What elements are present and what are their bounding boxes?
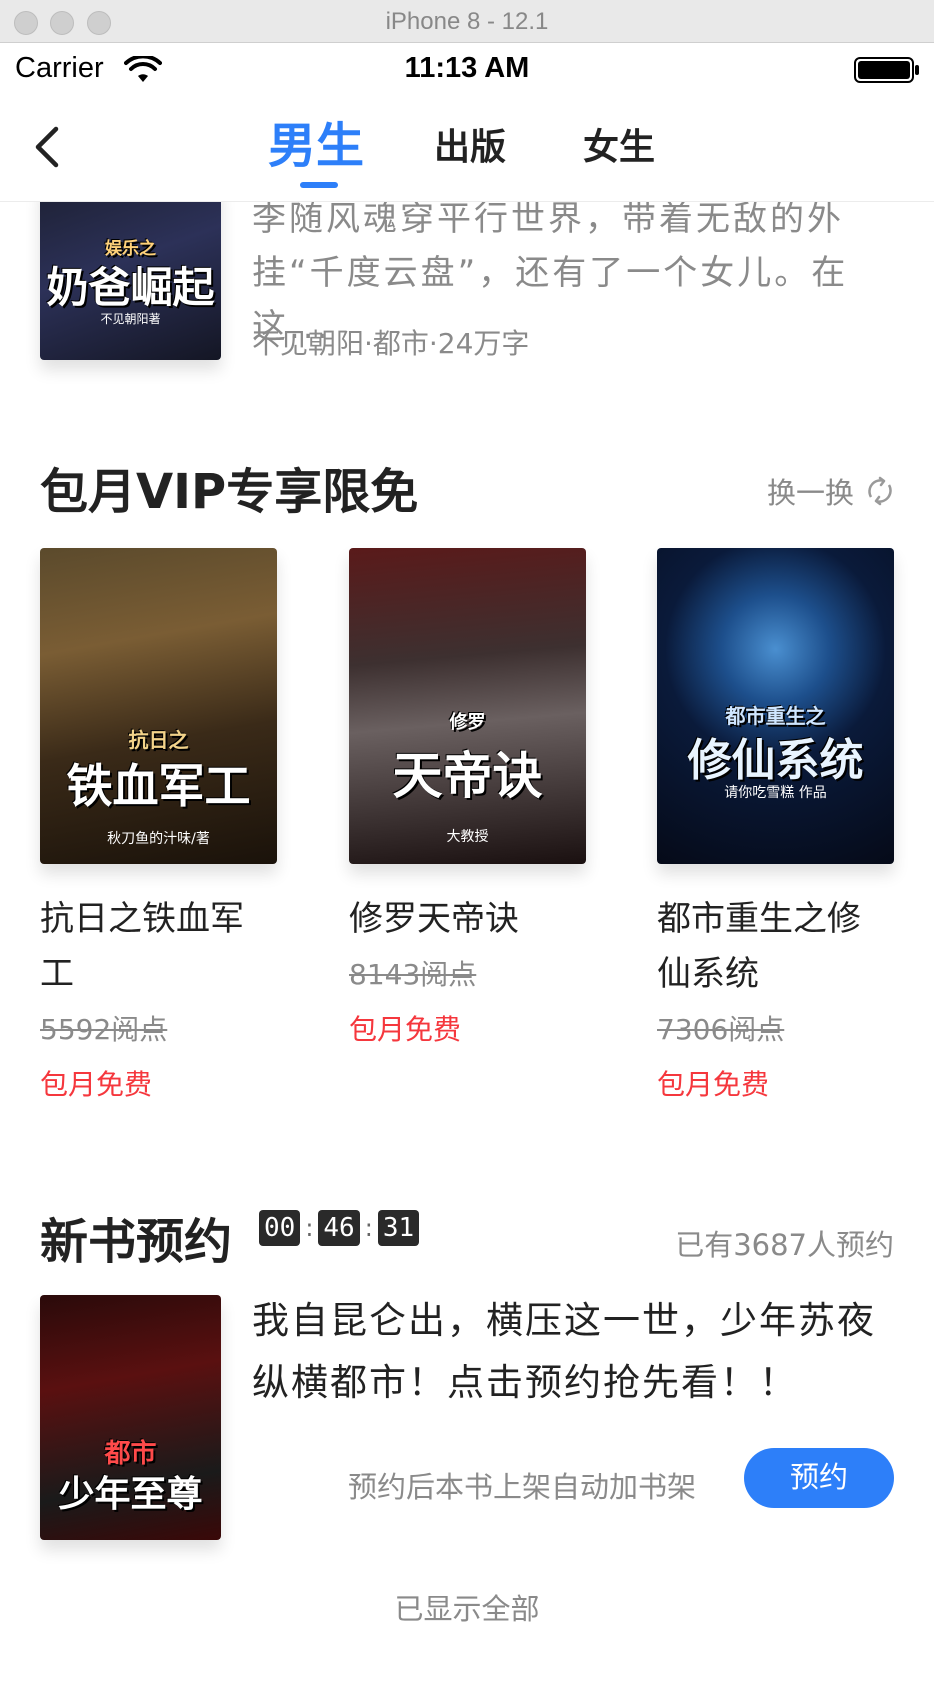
back-chevron-icon[interactable] [24, 121, 74, 171]
tab-female[interactable]: 女生 [583, 118, 655, 170]
simulator-titlebar: iPhone 8 - 12.1 [0, 0, 934, 43]
tab-male[interactable]: 男生 [268, 106, 364, 176]
vip-section-title: 包月VIP专享限免 [40, 464, 419, 520]
timer-minutes: 46 [318, 1210, 360, 1246]
refresh-button[interactable]: 换一换 [767, 470, 896, 512]
vip-book-1-cover-subtitle: 抗日之 [128, 728, 189, 752]
vip-book-2-cover-author: 大教授 [446, 829, 489, 845]
timer-seconds: 31 [377, 1210, 420, 1246]
new-book-description[interactable]: 我自昆仑出，横压这一世，少年苏夜纵横都市！点击预约抢先看！！ [252, 1290, 900, 1414]
vip-book-3-old-price: 7306阅点 [657, 1013, 785, 1046]
new-book-section-title: 新书预约 [40, 1214, 233, 1270]
nav-bar: 男生 出版 女生 [0, 96, 934, 202]
timer-separator: : [364, 1214, 373, 1242]
vip-book-1-free-label: 包月免费 [40, 1068, 153, 1101]
top-book-cover-author: 不见朝阳著 [100, 312, 161, 326]
vip-book-3-cover[interactable]: 都市重生之 修仙系统 请你吃雪糕 作品 [657, 548, 894, 864]
refresh-label: 换一换 [766, 476, 854, 510]
reserve-button[interactable]: 预约 [744, 1448, 894, 1508]
vip-book-2-cover-subtitle: 修罗 [449, 712, 486, 733]
status-bar: Carrier 11:13 AM [0, 44, 934, 96]
top-book-cover[interactable]: 娱乐之 奶爸崛起 不见朝阳著 [40, 202, 221, 360]
vip-book-2-free-label: 包月免费 [349, 1013, 462, 1046]
reserve-count: 已有3687人预约 [675, 1228, 894, 1262]
timer-hours: 00 [259, 1210, 301, 1246]
new-book-cover-title: 少年至尊 [58, 1474, 203, 1515]
vip-book-3[interactable]: 都市重生之 修仙系统 请你吃雪糕 作品 都市重生之修仙系统 7306阅点 包月免… [657, 548, 894, 1112]
vip-book-2-cover[interactable]: 修罗 天帝诀 大教授 [349, 548, 586, 864]
refresh-icon [868, 476, 892, 506]
vip-book-1-cover-title: 铁血军工 [66, 759, 251, 813]
end-of-list-note: 已显示全部 [394, 1592, 540, 1626]
countdown-timer: 00 : 46 : 31 [259, 1210, 420, 1246]
top-book-meta: 不见朝阳·都市·24万字 [252, 327, 530, 360]
vip-book-3-name[interactable]: 都市重生之修仙系统 [657, 892, 894, 1002]
vip-book-1-name[interactable]: 抗日之铁血军工 [40, 892, 277, 1002]
vip-book-2-name[interactable]: 修罗天帝诀 [349, 892, 586, 947]
simulator-title: iPhone 8 - 12.1 [385, 8, 549, 35]
vip-book-1[interactable]: 抗日之 铁血军工 秋刀鱼的汁味/著 抗日之铁血军工 5592阅点 包月免费 [40, 548, 277, 1112]
vip-book-3-free-label: 包月免费 [657, 1068, 770, 1101]
vip-book-1-cover-author: 秋刀鱼的汁味/著 [107, 831, 210, 847]
reserve-hint: 预约后本书上架自动加书架 [348, 1470, 697, 1504]
battery-icon [854, 57, 919, 83]
vip-book-2-old-price: 8143阅点 [349, 958, 477, 991]
vip-book-2-cover-title: 天帝诀 [392, 747, 543, 805]
active-tab-indicator [300, 182, 338, 188]
status-time: 11:13 AM [404, 52, 530, 84]
vip-book-3-cover-author: 请你吃雪糕 作品 [724, 785, 827, 801]
timer-separator: : [305, 1214, 314, 1242]
vip-book-3-cover-title: 修仙系统 [687, 735, 864, 786]
vip-book-1-cover[interactable]: 抗日之 铁血军工 秋刀鱼的汁味/著 [40, 548, 277, 864]
tab-publish[interactable]: 出版 [434, 118, 506, 170]
vip-book-1-old-price: 5592阅点 [40, 1013, 168, 1046]
scroll-content[interactable]: 娱乐之 奶爸崛起 不见朝阳著 李随风魂穿平行世界，带着无敌的外挂“千度云盘”，还… [0, 202, 934, 1702]
vip-book-2[interactable]: 修罗 天帝诀 大教授 修罗天帝诀 8143阅点 包月免费 [349, 548, 586, 1057]
new-book-cover[interactable]: 都市 少年至尊 [40, 1295, 221, 1540]
top-book-cover-title: 奶爸崛起 [46, 263, 215, 312]
